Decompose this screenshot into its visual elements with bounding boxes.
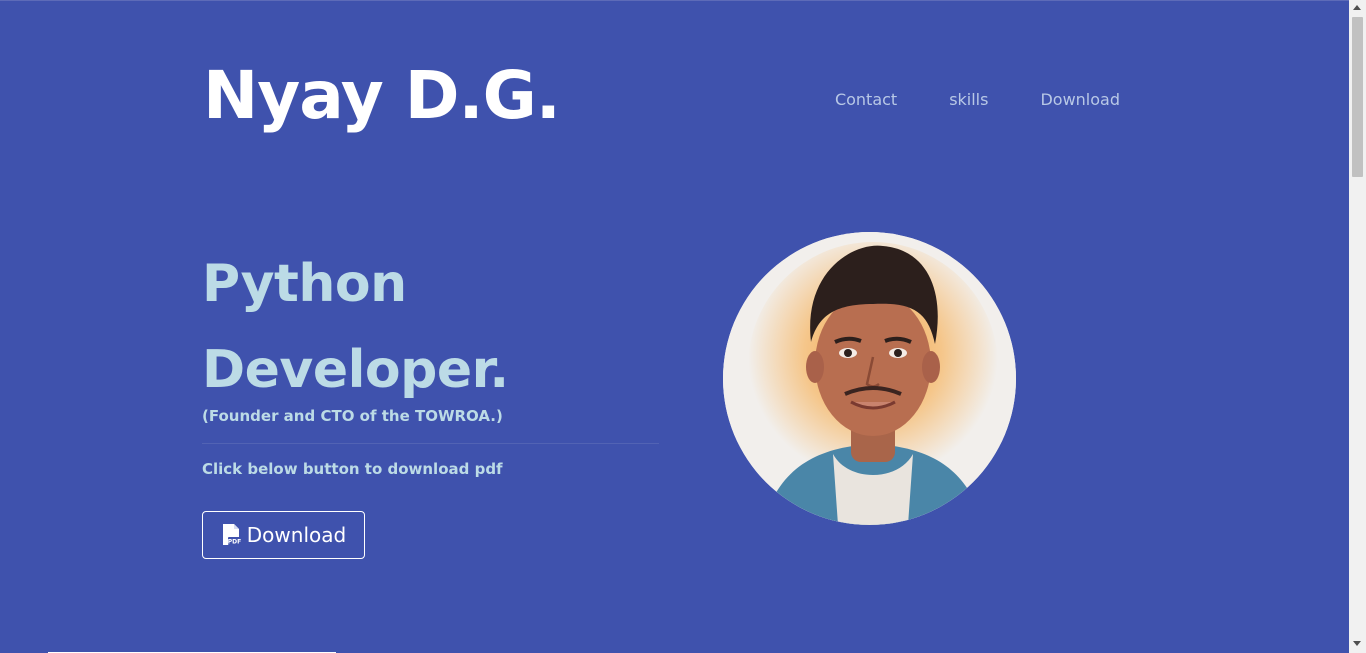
divider bbox=[202, 443, 659, 444]
headline-line-2: Developer. bbox=[202, 340, 509, 400]
svg-text:PDF: PDF bbox=[228, 539, 241, 546]
download-button-label: Download bbox=[246, 523, 347, 547]
nav-download[interactable]: Download bbox=[1040, 90, 1120, 110]
vertical-scrollbar[interactable] bbox=[1349, 0, 1366, 653]
hero-headline: Python Developer. bbox=[202, 241, 509, 413]
nav-skills[interactable]: skills bbox=[949, 90, 988, 110]
nav-contact[interactable]: Contact bbox=[835, 90, 897, 110]
portrait-illustration bbox=[723, 232, 1016, 525]
pdf-file-icon: PDF bbox=[222, 524, 241, 546]
page: Nyay D.G. Contact skills Download Python… bbox=[0, 0, 1349, 653]
profile-avatar bbox=[723, 232, 1016, 525]
top-nav: Contact skills Download bbox=[835, 90, 1120, 110]
download-hint: Click below button to download pdf bbox=[202, 460, 503, 478]
download-button[interactable]: PDF Download bbox=[202, 511, 365, 559]
headline-line-1: Python bbox=[202, 254, 407, 314]
scroll-down-icon[interactable] bbox=[1353, 641, 1361, 646]
scroll-up-icon[interactable] bbox=[1353, 5, 1361, 10]
scroll-thumb[interactable] bbox=[1352, 17, 1363, 177]
hero-subtitle: (Founder and CTO of the TOWROA.) bbox=[202, 407, 503, 425]
brand-logo[interactable]: Nyay D.G. bbox=[203, 63, 561, 129]
